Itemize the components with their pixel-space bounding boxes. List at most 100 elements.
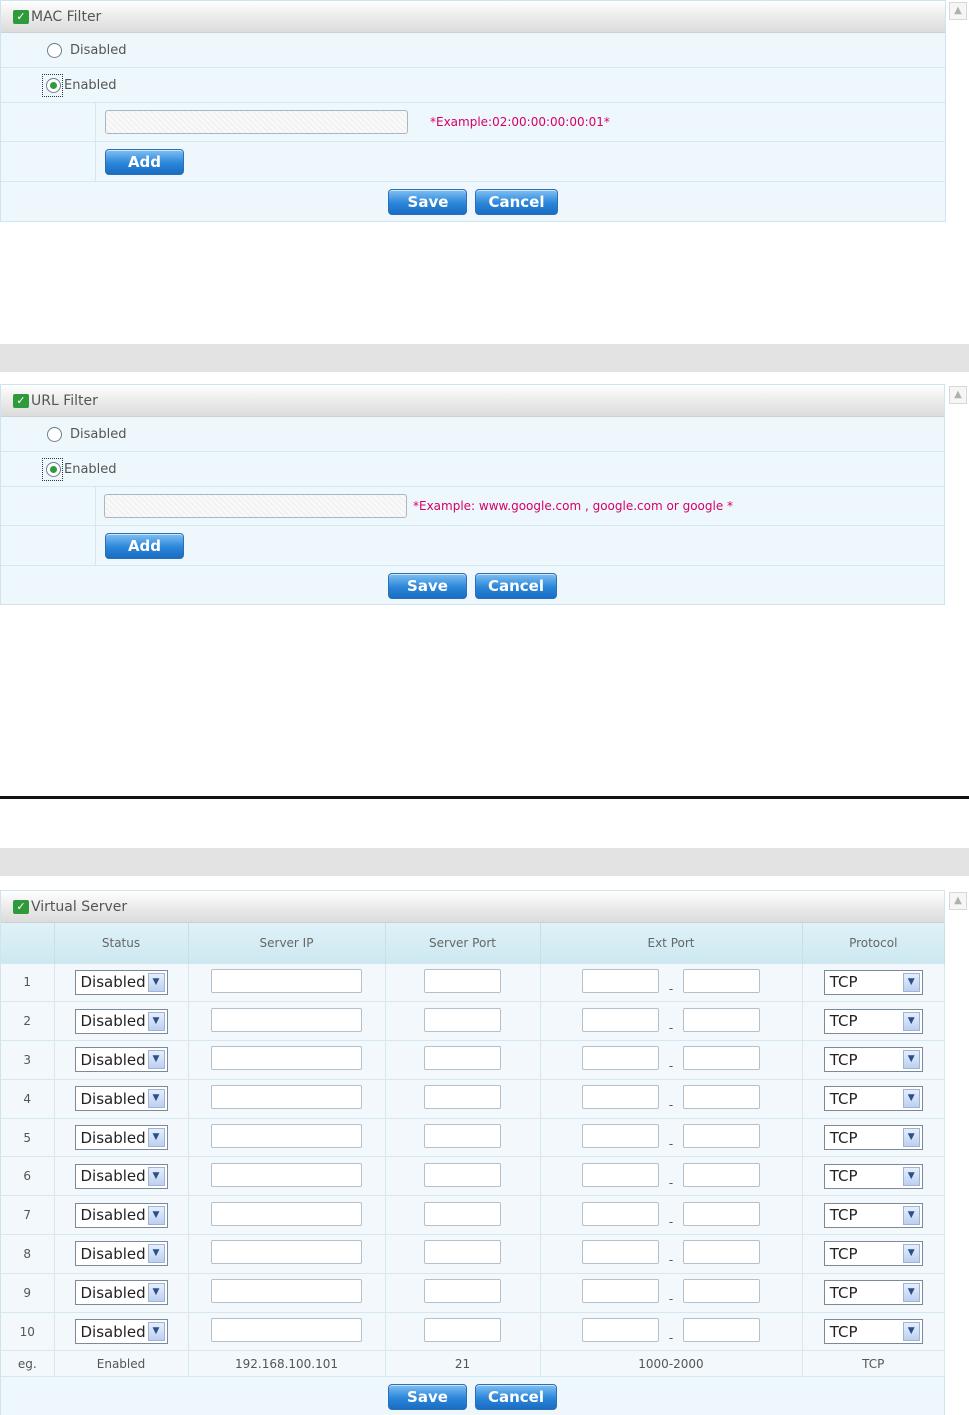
server-port-input[interactable]: [424, 1279, 501, 1304]
url-input[interactable]: [104, 494, 407, 518]
status-select[interactable]: Disabled ▼: [74, 1163, 168, 1189]
chevron-down-icon[interactable]: ▼: [147, 1166, 165, 1186]
vs-save-button[interactable]: Save: [387, 1384, 467, 1411]
url-enabled-option[interactable]: Enabled: [1, 452, 944, 487]
server-port-input[interactable]: [424, 1201, 501, 1226]
chevron-down-icon[interactable]: ▼: [902, 1283, 920, 1303]
status-select[interactable]: Disabled ▼: [74, 1125, 168, 1151]
url-cancel-button[interactable]: Cancel: [474, 573, 557, 599]
protocol-select[interactable]: TCP ▼: [823, 1008, 923, 1034]
server-port-input[interactable]: [424, 968, 501, 993]
server-ip-input[interactable]: [211, 1007, 362, 1032]
server-ip-input[interactable]: [211, 1085, 362, 1110]
protocol-select[interactable]: TCP ▼: [823, 1280, 923, 1306]
protocol-select[interactable]: TCP ▼: [823, 1241, 923, 1267]
scroll-up-arrow-icon[interactable]: ▲: [949, 386, 967, 404]
mac-enabled-radio[interactable]: [46, 77, 61, 93]
status-select[interactable]: Disabled ▼: [74, 1008, 168, 1034]
ext-port-end-input[interactable]: [683, 1201, 760, 1226]
mac-add-button[interactable]: Add: [105, 148, 184, 175]
server-port-input[interactable]: [424, 1007, 501, 1032]
chevron-down-icon[interactable]: ▼: [902, 1205, 920, 1225]
protocol-select[interactable]: TCP ▼: [823, 1047, 923, 1073]
server-ip-input[interactable]: [211, 1201, 362, 1226]
ext-port-end-input[interactable]: [683, 1162, 760, 1187]
server-ip-input[interactable]: [211, 1046, 362, 1071]
server-ip-input[interactable]: [211, 1124, 362, 1149]
mac-disabled-option[interactable]: Disabled: [1, 33, 945, 68]
ext-port-start-input[interactable]: [582, 1046, 659, 1071]
server-ip-input[interactable]: [211, 1240, 362, 1265]
vs-cancel-button[interactable]: Cancel: [474, 1384, 557, 1411]
ext-port-start-input[interactable]: [582, 1279, 659, 1304]
mac-cancel-button[interactable]: Cancel: [475, 189, 558, 215]
protocol-select[interactable]: TCP ▼: [823, 1202, 923, 1228]
ext-port-start-input[interactable]: [582, 968, 659, 993]
chevron-down-icon[interactable]: ▼: [147, 1089, 165, 1109]
chevron-down-icon[interactable]: ▼: [147, 1128, 165, 1148]
protocol-select[interactable]: TCP ▼: [823, 969, 923, 995]
chevron-down-icon[interactable]: ▼: [902, 1322, 920, 1342]
url-disabled-option[interactable]: Disabled: [1, 417, 944, 452]
ext-port-start-input[interactable]: [582, 1124, 659, 1149]
ext-port-start-input[interactable]: [582, 1240, 659, 1265]
ext-port-end-input[interactable]: [683, 968, 760, 993]
url-disabled-radio[interactable]: [47, 426, 62, 442]
chevron-down-icon[interactable]: ▼: [147, 1205, 165, 1225]
url-save-button[interactable]: Save: [387, 573, 467, 599]
url-add-button[interactable]: Add: [105, 532, 184, 559]
chevron-down-icon[interactable]: ▼: [147, 1011, 165, 1031]
mac-address-input[interactable]: [105, 110, 408, 134]
server-ip-input[interactable]: [211, 1318, 362, 1343]
ext-port-end-input[interactable]: [683, 1085, 760, 1110]
ext-port-start-input[interactable]: [582, 1162, 659, 1187]
chevron-down-icon[interactable]: ▼: [902, 1128, 920, 1148]
ext-port-end-input[interactable]: [683, 1279, 760, 1304]
mac-enabled-option[interactable]: Enabled: [1, 68, 945, 103]
server-ip-input[interactable]: [211, 968, 362, 993]
protocol-select[interactable]: TCP ▼: [823, 1163, 923, 1189]
ext-port-end-input[interactable]: [683, 1046, 760, 1071]
ext-port-end-input[interactable]: [683, 1007, 760, 1032]
chevron-down-icon[interactable]: ▼: [147, 1050, 165, 1070]
chevron-down-icon[interactable]: ▼: [902, 1089, 920, 1109]
protocol-select[interactable]: TCP ▼: [823, 1319, 923, 1345]
protocol-select[interactable]: TCP ▼: [823, 1125, 923, 1151]
mac-save-button[interactable]: Save: [388, 189, 468, 215]
chevron-down-icon[interactable]: ▼: [902, 1166, 920, 1186]
mac-disabled-radio[interactable]: [47, 42, 62, 58]
status-select[interactable]: Disabled ▼: [74, 1319, 168, 1345]
server-ip-input[interactable]: [211, 1162, 362, 1187]
chevron-down-icon[interactable]: ▼: [902, 1011, 920, 1031]
scroll-up-arrow-icon[interactable]: ▲: [949, 892, 967, 910]
chevron-down-icon[interactable]: ▼: [902, 972, 920, 992]
chevron-down-icon[interactable]: ▼: [147, 1283, 165, 1303]
ext-port-start-input[interactable]: [582, 1201, 659, 1226]
status-select[interactable]: Disabled ▼: [74, 1202, 168, 1228]
status-select[interactable]: Disabled ▼: [74, 1047, 168, 1073]
ext-port-end-input[interactable]: [683, 1124, 760, 1149]
ext-port-start-input[interactable]: [582, 1318, 659, 1343]
url-enabled-radio[interactable]: [46, 461, 61, 477]
server-port-input[interactable]: [424, 1085, 501, 1110]
chevron-down-icon[interactable]: ▼: [147, 972, 165, 992]
ext-port-start-input[interactable]: [582, 1085, 659, 1110]
status-select[interactable]: Disabled ▼: [74, 1280, 168, 1306]
status-select[interactable]: Disabled ▼: [74, 1241, 168, 1267]
chevron-down-icon[interactable]: ▼: [902, 1244, 920, 1264]
server-port-input[interactable]: [424, 1318, 501, 1343]
status-select[interactable]: Disabled ▼: [74, 969, 168, 995]
ext-port-start-input[interactable]: [582, 1007, 659, 1032]
scroll-up-arrow-icon[interactable]: ▲: [949, 2, 967, 20]
server-port-input[interactable]: [424, 1162, 501, 1187]
ext-port-end-input[interactable]: [683, 1240, 760, 1265]
ext-port-end-input[interactable]: [683, 1318, 760, 1343]
chevron-down-icon[interactable]: ▼: [147, 1244, 165, 1264]
status-select[interactable]: Disabled ▼: [74, 1086, 168, 1112]
chevron-down-icon[interactable]: ▼: [147, 1322, 165, 1342]
protocol-select[interactable]: TCP ▼: [823, 1086, 923, 1112]
server-port-input[interactable]: [424, 1046, 501, 1071]
server-ip-input[interactable]: [211, 1279, 362, 1304]
server-port-input[interactable]: [424, 1240, 501, 1265]
server-port-input[interactable]: [424, 1124, 501, 1149]
